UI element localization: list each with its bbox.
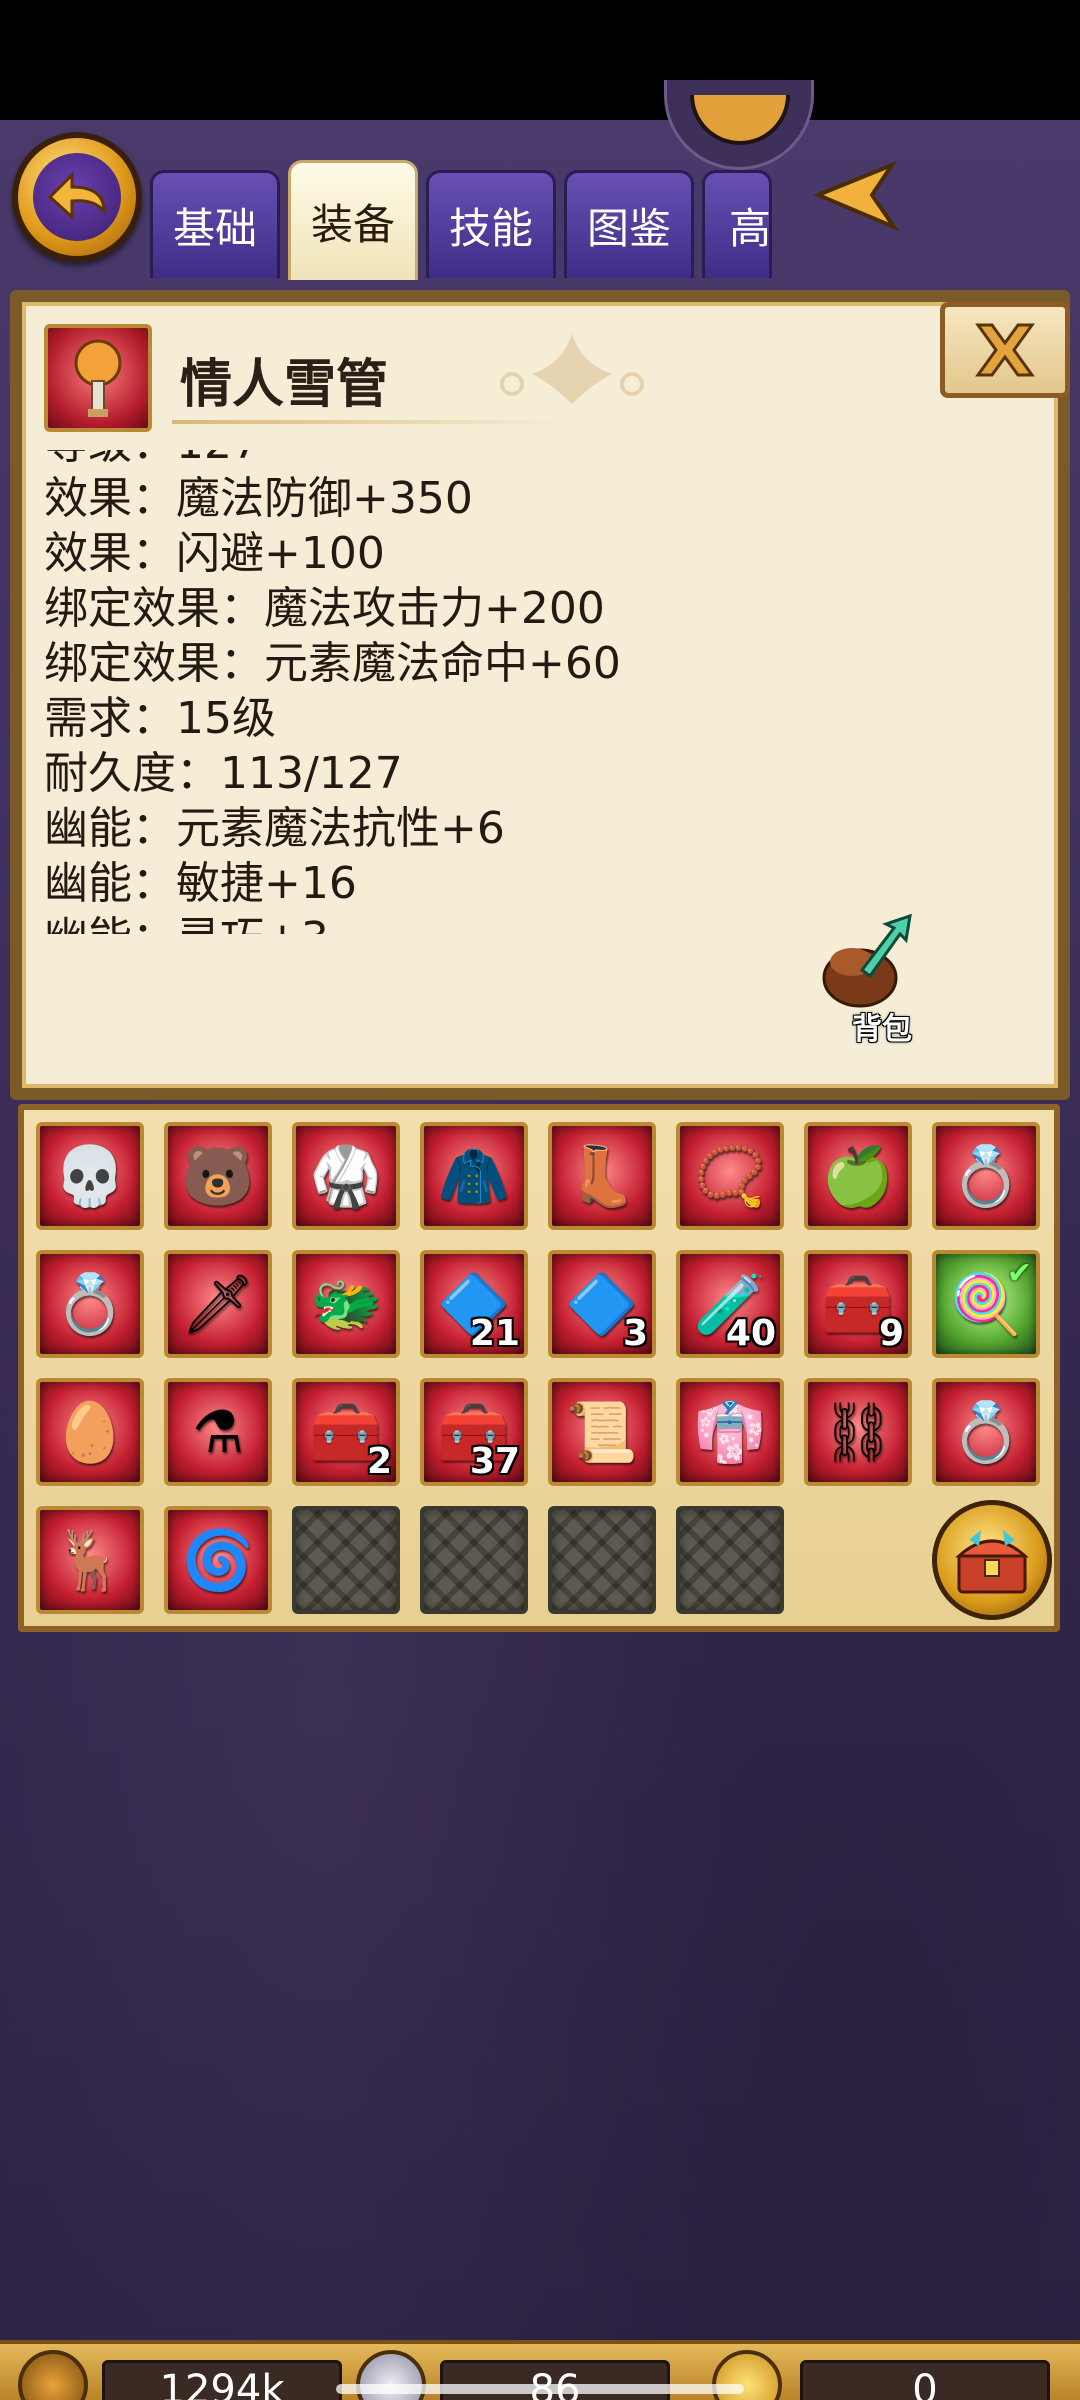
- item-icon: [44, 324, 152, 432]
- item-detail-panel: 情人雪管 等级：127 效果：魔法防御+350 效果：闪避+100 绑定效果：魔…: [10, 290, 1070, 1100]
- inventory-slot[interactable]: 🧪 40: [676, 1250, 784, 1358]
- inventory-slot[interactable]: 👘: [676, 1378, 784, 1486]
- inventory-slot[interactable]: 📜: [548, 1378, 656, 1486]
- inventory-slot[interactable]: 🧰 37: [420, 1378, 528, 1486]
- stat-rune-dexterity: 幽能：灵巧+3: [44, 911, 621, 934]
- stat-dodge: 效果：闪避+100: [44, 528, 385, 579]
- tab-scroll-left-button[interactable]: [812, 156, 902, 236]
- inventory-slot[interactable]: 🗡: [164, 1250, 272, 1358]
- tab-advanced[interactable]: 高: [702, 170, 772, 278]
- inventory-slot[interactable]: 🦌: [36, 1506, 144, 1614]
- inventory-slot[interactable]: ⚗: [164, 1378, 272, 1486]
- spear-icon: 🗡: [181, 1270, 255, 1338]
- blue-ring-icon: 💍: [949, 1142, 1023, 1210]
- item-count: 21: [469, 1313, 520, 1354]
- check-icon: ✔: [1006, 1256, 1032, 1291]
- inventory-slot[interactable]: 🍏: [804, 1122, 912, 1230]
- inventory-slot[interactable]: 🐲: [292, 1250, 400, 1358]
- stat-magic-defense: 效果：魔法防御+350: [44, 473, 473, 524]
- inventory-slot[interactable]: 🧥: [420, 1122, 528, 1230]
- title-divider: [172, 420, 562, 424]
- status-bar: [0, 0, 1080, 120]
- blue-robe-icon: 👘: [693, 1398, 767, 1466]
- bag-icon: [822, 913, 912, 1008]
- inventory-slot-empty[interactable]: [292, 1506, 400, 1614]
- tab-skills[interactable]: 技能: [426, 170, 556, 278]
- stat-requirement: 需求：15级: [44, 693, 276, 744]
- back-arrow-icon: [33, 153, 121, 241]
- drill-icon: 🌀: [181, 1526, 255, 1594]
- inventory-slot[interactable]: 🐻: [164, 1122, 272, 1230]
- treasure-chest-button[interactable]: [932, 1500, 1052, 1620]
- stat-level: 等级：127: [44, 450, 621, 471]
- green-flask-icon: ⚗: [192, 1398, 244, 1466]
- bag-label: 背包: [852, 1012, 912, 1047]
- inventory-slot[interactable]: 🌀: [164, 1506, 272, 1614]
- item-count: 9: [878, 1313, 904, 1354]
- inventory-slot[interactable]: 🥋: [292, 1122, 400, 1230]
- inventory-slot[interactable]: 🧰 9: [804, 1250, 912, 1358]
- item-count: 40: [725, 1313, 776, 1354]
- item-name: 情人雪管: [180, 355, 389, 415]
- inventory-slot[interactable]: 🧰 2: [292, 1378, 400, 1486]
- boots-icon: 👢: [565, 1142, 639, 1210]
- inventory-slot[interactable]: 🍭 ✔: [932, 1250, 1040, 1358]
- item-stats-scroll[interactable]: 等级：127 效果：魔法防御+350 效果：闪避+100 绑定效果：魔法攻击力+…: [44, 450, 804, 934]
- inventory-slot[interactable]: 🔷 21: [420, 1250, 528, 1358]
- inventory-slot[interactable]: 🥚: [36, 1378, 144, 1486]
- home-indicator: [336, 2384, 744, 2394]
- stat-durability: 耐久度：113/127: [44, 748, 403, 799]
- tab-equipment[interactable]: 装备: [288, 160, 418, 280]
- boots-cloth-icon: 🧥: [437, 1142, 511, 1210]
- treasure-chest-icon: [955, 1530, 1029, 1594]
- purple-ring-icon: 💍: [53, 1270, 127, 1338]
- deer-icon: 🦌: [53, 1526, 127, 1594]
- necklace-icon: 📿: [693, 1142, 767, 1210]
- scroll-map-icon: 📜: [565, 1398, 639, 1466]
- inventory-slot-empty[interactable]: [548, 1506, 656, 1614]
- ingot-amount: 0: [800, 2360, 1050, 2400]
- back-button[interactable]: [12, 132, 142, 262]
- purple-ring-icon: 💍: [949, 1398, 1023, 1466]
- item-count: 2: [366, 1441, 392, 1482]
- arrow-left-icon: [814, 161, 900, 231]
- item-count: 37: [469, 1441, 520, 1482]
- inventory-slot[interactable]: 💍: [36, 1250, 144, 1358]
- inventory-slot[interactable]: ⛓: [804, 1378, 912, 1486]
- close-button[interactable]: [940, 302, 1070, 398]
- inventory-slot-empty[interactable]: [676, 1506, 784, 1614]
- close-icon: [975, 323, 1035, 377]
- tab-codex[interactable]: 图鉴: [564, 170, 694, 278]
- inventory-slot[interactable]: 🔷 3: [548, 1250, 656, 1358]
- inventory-slot[interactable]: 📿: [676, 1122, 784, 1230]
- item-stats-list: 等级：127 效果：魔法防御+350 效果：闪避+100 绑定效果：魔法攻击力+…: [44, 450, 621, 934]
- bag-button[interactable]: 背包: [812, 906, 942, 1047]
- beast-mask-icon: 🐻: [181, 1142, 255, 1210]
- tab-basic[interactable]: 基础: [150, 170, 280, 278]
- armor-icon: 🥋: [309, 1142, 383, 1210]
- gold-amount: 1294k: [102, 2360, 342, 2400]
- stat-rune-agility: 幽能：敏捷+16: [44, 858, 357, 909]
- item-count: 3: [622, 1313, 648, 1354]
- egg-icon: 🥚: [53, 1398, 127, 1466]
- skull-helmet-icon: 💀: [53, 1142, 127, 1210]
- stat-bind-element-hit: 绑定效果：元素魔法命中+60: [44, 638, 621, 689]
- stat-rune-element-resist: 幽能：元素魔法抗性+6: [44, 803, 505, 854]
- stat-bind-magic-attack: 绑定效果：魔法攻击力+200: [44, 583, 605, 634]
- snow-pipe-icon: [74, 339, 122, 417]
- ornament-icon: [500, 334, 644, 404]
- inventory-slot[interactable]: 💍: [932, 1122, 1040, 1230]
- chain-bracelet-icon: ⛓: [821, 1398, 895, 1466]
- inventory-slot[interactable]: 💍: [932, 1378, 1040, 1486]
- inventory-slot[interactable]: 💀: [36, 1122, 144, 1230]
- inventory-slot-empty[interactable]: [420, 1506, 528, 1614]
- dragon-head-icon: 🐲: [309, 1270, 383, 1338]
- green-earring-icon: 🍏: [821, 1142, 895, 1210]
- inventory-slot[interactable]: 👢: [548, 1122, 656, 1230]
- silver-amount: 86: [440, 2360, 670, 2400]
